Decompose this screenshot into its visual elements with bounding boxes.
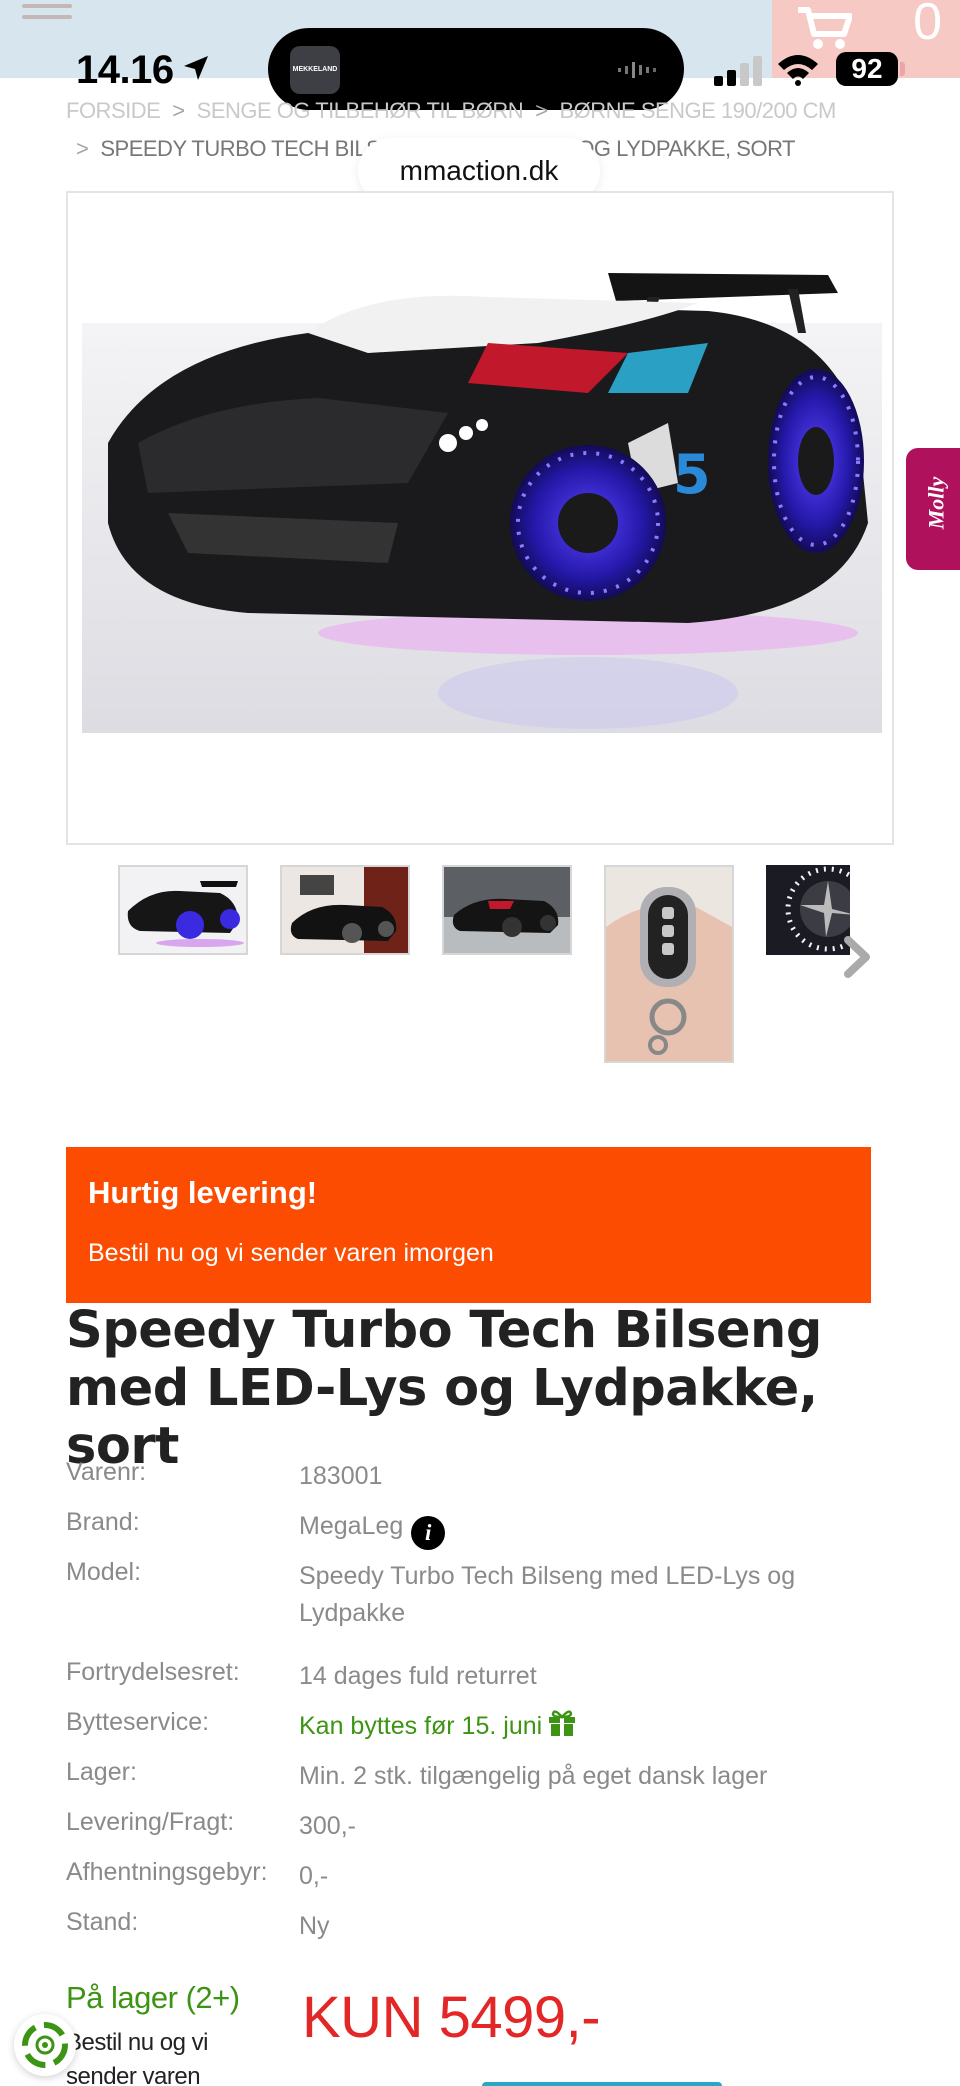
product-price: KUN 5499,- (302, 1985, 601, 2050)
status-time: 14.16 (76, 48, 174, 92)
spec-label: Fortrydelsesret: (66, 1658, 240, 1686)
battery-indicator: 92 (836, 52, 898, 86)
delivery-title: Hurtig levering! (88, 1175, 318, 1210)
thumbnail-1[interactable] (118, 865, 248, 955)
spec-row-shipping: Levering/Fragt: 300,- (66, 1808, 896, 1858)
delivery-subtitle: Bestil nu og vi sender varen imorgen (88, 1239, 494, 1267)
spec-value-condition: Ny (299, 1912, 330, 1940)
spec-label: Varenr: (66, 1458, 147, 1486)
delivery-banner: Hurtig levering! Bestil nu og vi sender … (66, 1147, 871, 1303)
spec-row-condition: Stand: Ny (66, 1908, 896, 1958)
breadcrumb-home[interactable]: FORSIDE (66, 98, 161, 123)
spec-label: Brand: (66, 1508, 140, 1536)
info-icon[interactable]: i (411, 1516, 446, 1550)
chevron-right-icon[interactable] (838, 932, 878, 982)
breadcrumb-category[interactable]: SENGE OG TILBEHØR TIL BØRN (197, 98, 524, 123)
stock-note: Bestil nu og vi sender varen imorgen (66, 2029, 208, 2086)
breadcrumb-subcategory[interactable]: BØRNE SENGE 190/200 CM (559, 98, 836, 123)
spec-row-exchange: Bytteservice: Kan byttes før 15. juni (66, 1708, 896, 1758)
audio-wave-icon (618, 62, 656, 78)
spec-label: Levering/Fragt: (66, 1808, 235, 1836)
recycle-badge[interactable] (14, 2014, 76, 2076)
add-to-cart-button[interactable] (482, 2082, 722, 2086)
spec-value-exchange: Kan byttes før 15. juni (299, 1712, 543, 1740)
stock-status: På lager (2+) (66, 1980, 240, 2015)
svg-text:5: 5 (673, 443, 711, 506)
thumbnail-4[interactable] (604, 865, 734, 1063)
spec-label: Bytteservice: (66, 1708, 210, 1736)
product-specs: Varenr: 183001 Brand: MegaLeg i Model: Sp… (66, 1458, 896, 1958)
spec-row-return: Fortrydelsesret: 14 dages fuld returret (66, 1658, 896, 1708)
spec-row-sku: Varenr: 183001 (66, 1458, 896, 1508)
spec-value-model: Speedy Turbo Tech Bilseng med LED-Lys og… (299, 1562, 796, 1627)
spec-row-model: Model: Speedy Turbo Tech Bilseng med LED… (66, 1558, 896, 1658)
location-arrow-icon (184, 56, 208, 80)
spec-value-sku: 183001 (299, 1462, 383, 1490)
chat-widget-tab[interactable]: Molly (906, 448, 960, 570)
spec-row-pickup-fee: Afhentningsgebyr: 0,- (66, 1858, 896, 1908)
thumbnail-3[interactable] (442, 865, 572, 955)
spec-row-stock: Lager: Min. 2 stk. tilgængelig på eget d… (66, 1758, 896, 1808)
product-title: Speedy Turbo Tech Bilseng med LED-Lys og… (66, 1301, 822, 1476)
spec-row-brand: Brand: MegaLeg i (66, 1508, 896, 1558)
spec-label: Lager: (66, 1758, 137, 1786)
battery-tip (900, 62, 905, 76)
main-product-image[interactable]: 5 (66, 191, 894, 845)
cellular-signal-icon (714, 56, 762, 86)
spec-label: Stand: (66, 1908, 139, 1936)
spec-label: Afhentningsgebyr: (66, 1858, 268, 1886)
chat-widget-label: Molly (923, 476, 949, 530)
spec-value-return: 14 dages fuld returret (299, 1662, 537, 1690)
spec-value-stock: Min. 2 stk. tilgængelig på eget dansk la… (299, 1762, 768, 1790)
thumbnail-2[interactable] (280, 865, 410, 955)
gift-icon (549, 1710, 576, 1736)
spec-value-pickup-fee: 0,- (299, 1862, 329, 1890)
spec-value-brand[interactable]: MegaLeg (299, 1512, 403, 1540)
spec-label: Model: (66, 1558, 142, 1586)
island-app-icon: MEKKELAND (290, 46, 340, 94)
wifi-icon (778, 55, 818, 86)
spec-value-shipping: 300,- (299, 1812, 356, 1840)
recycle-icon (22, 2022, 68, 2068)
thumbnail-strip (118, 865, 878, 1065)
